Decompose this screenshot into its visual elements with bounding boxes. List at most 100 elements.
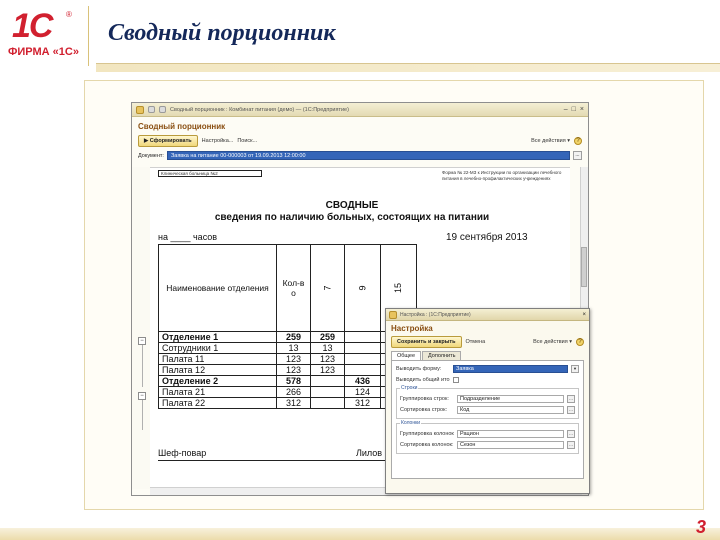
report-toolbar: ▶ Сформировать Настройка... Поиск... Все… (132, 133, 588, 149)
totals-checkbox[interactable] (453, 376, 459, 383)
rows-group: Строки Группировка строк: Подразделение … (396, 385, 579, 419)
row-count: 259 (276, 331, 311, 343)
save-close-button[interactable]: Сохранить и закрыть (391, 336, 462, 348)
row-count: 266 (276, 386, 311, 398)
document-row: Документ: Заявка на питание 00-000003 от… (132, 149, 588, 162)
row-count: 123 (276, 353, 311, 365)
row-name: Отделение 2 (158, 375, 277, 387)
help-icon[interactable]: ? (574, 137, 582, 145)
header-divider (88, 6, 89, 66)
tab-general[interactable]: Общее (391, 351, 422, 360)
page-number: 3 (695, 517, 706, 537)
group-1-bracket (142, 345, 143, 387)
row-col-7 (310, 386, 345, 398)
find-button[interactable]: Поиск... (237, 138, 257, 144)
row-name: Отделение 1 (158, 331, 277, 343)
footer-band (0, 528, 720, 540)
forward-icon[interactable] (159, 106, 166, 113)
dialog-tabs: Общее Дополнить (386, 350, 589, 360)
header-count: Кол-в о (276, 244, 311, 332)
output-form-select[interactable]: Заявка (453, 364, 568, 373)
group-2-bracket (142, 400, 143, 430)
dialog-help-icon[interactable]: ? (576, 338, 584, 346)
output-form-dropdown-icon[interactable]: ▾ (571, 364, 579, 373)
row-col-9: 124 (344, 386, 381, 398)
generate-button[interactable]: ▶ Сформировать (138, 135, 198, 147)
totals-row: Выводить общий итог: (396, 375, 579, 384)
cols-grouping-label: Группировка колонок: (400, 430, 454, 437)
settings-button[interactable]: Настройка... (202, 138, 234, 144)
rows-grouping-input[interactable]: Подразделение (457, 394, 564, 403)
rows-sort-select-button[interactable]: ... (567, 405, 575, 414)
row-col-9 (344, 342, 381, 354)
row-col-9: 436 (344, 375, 381, 387)
rows-grouping-label: Группировка строк: (400, 395, 449, 402)
cols-grouping-select-button[interactable]: ... (567, 429, 575, 438)
generate-label: Сформировать (149, 138, 192, 144)
row-col-7 (310, 375, 345, 387)
maximize-icon[interactable]: □ (572, 106, 576, 113)
cols-sort-row: Сортировка колонок: Сезон ... (400, 440, 575, 449)
dialog-toolbar: Сохранить и закрыть Отмена Все действия … (386, 334, 589, 350)
dialog-app-icon (389, 310, 397, 319)
collapse-group-1-icon[interactable]: − (138, 337, 146, 345)
vertical-scroll-thumb[interactable] (581, 247, 587, 287)
app-icon[interactable] (136, 105, 144, 114)
row-col-7: 123 (310, 353, 345, 365)
header-col-7: 7 (322, 285, 333, 291)
chef-label: Шеф-повар (158, 448, 207, 458)
dialog-window-title: Настройка : (1С:Предприятие) (400, 311, 471, 318)
hours-line: на ____ часов (158, 232, 218, 242)
tab-additional[interactable]: Дополнить (422, 351, 462, 360)
chef-name: Лилов (356, 448, 383, 458)
cancel-button[interactable]: Отмена (466, 339, 486, 345)
logo-mark: 1С (12, 7, 53, 45)
row-name: Сотрудники 1 (158, 342, 277, 354)
close-icon[interactable]: × (580, 106, 584, 113)
report-subtitle: сведения по наличию больных, состоящих н… (214, 212, 490, 223)
rows-sort-label: Сортировка строк: (400, 406, 448, 413)
cols-grouping-row: Группировка колонок: Рацион ... (400, 429, 575, 438)
row-name: Палата 11 (158, 353, 277, 365)
table-row: Сотрудники 1 13 13 (158, 342, 417, 354)
window-titlebar: Сводный порционник : Комбинат питания (д… (132, 103, 588, 117)
row-col-9 (344, 353, 381, 365)
rows-grouping-select-button[interactable]: ... (567, 394, 575, 403)
header-dept: Наименование отделения (158, 244, 277, 332)
cols-grouping-input[interactable]: Рацион (457, 429, 564, 438)
dialog-close-icon[interactable]: × (582, 312, 586, 318)
logo-company-name: ФИРМА «1С» (8, 46, 79, 58)
row-col-7: 123 (310, 364, 345, 376)
all-actions-menu[interactable]: Все действия ▾ (531, 138, 570, 144)
table-row: Палата 11 123 123 (158, 353, 417, 365)
document-select-button[interactable]: ... (573, 151, 582, 160)
cols-sort-input[interactable]: Сезон (457, 440, 564, 449)
row-count: 123 (276, 364, 311, 376)
cols-sort-select-button[interactable]: ... (567, 440, 575, 449)
company-logo: 1С ® ФИРМА «1С» (8, 8, 88, 64)
row-col-7: 259 (310, 331, 345, 343)
row-count: 13 (276, 342, 311, 354)
table-row: Отделение 2 578 436 (158, 375, 417, 387)
dialog-titlebar: Настройка : (1С:Предприятие) × (386, 309, 589, 321)
table-row: Палата 12 123 123 (158, 364, 417, 376)
organization-cell: Клиническая больница №2 (158, 170, 262, 177)
rows-grouping-row: Группировка строк: Подразделение ... (400, 394, 575, 403)
document-input[interactable]: Заявка на питание 00-000003 от 19.09.201… (166, 151, 570, 160)
rows-sort-row: Сортировка строк: Код ... (400, 405, 575, 414)
columns-group-title: Колонки (400, 420, 422, 426)
table-row: Палата 21 266 124 (158, 386, 417, 398)
outline-gutter: − − (132, 167, 150, 489)
table-row: Палата 22 312 312 (158, 397, 417, 409)
row-name: Палата 22 (158, 397, 277, 409)
output-form-label: Выводить форму: (396, 365, 442, 372)
slide-title: Сводный порционник (108, 20, 336, 46)
collapse-group-2-icon[interactable]: − (138, 392, 146, 400)
back-icon[interactable] (148, 106, 155, 113)
rows-sort-input[interactable]: Код (457, 405, 564, 414)
totals-label: Выводить общий итог: (396, 376, 450, 383)
dialog-all-actions-menu[interactable]: Все действия ▾ (533, 339, 572, 345)
row-col-9 (344, 331, 381, 343)
report-date: 19 сентября 2013 (446, 232, 528, 243)
minimize-icon[interactable]: – (564, 106, 568, 113)
